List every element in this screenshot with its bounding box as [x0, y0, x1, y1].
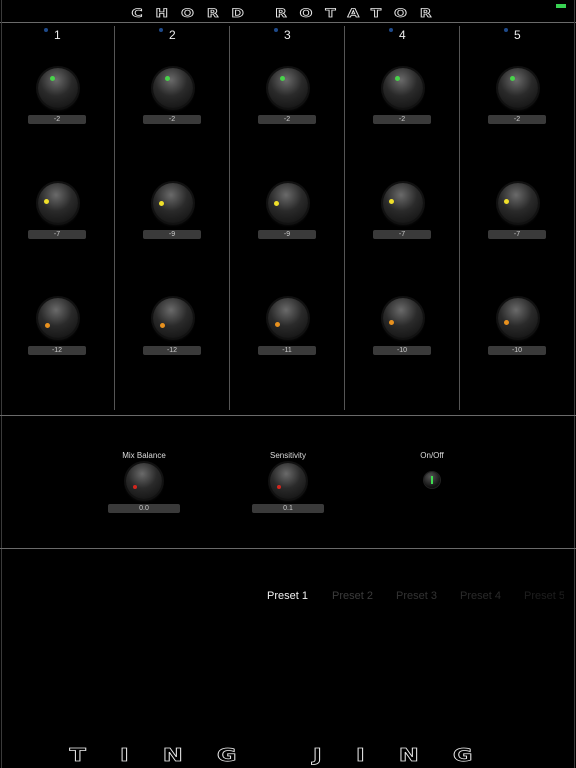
led-orange-icon [45, 323, 50, 328]
led-yellow-icon [159, 201, 164, 206]
column-divider [229, 26, 230, 410]
knob-c4-r2[interactable] [383, 183, 427, 227]
column-header-3: 3 [274, 28, 304, 42]
led-yellow-icon [389, 199, 394, 204]
knob-value: -2 [258, 115, 316, 124]
top-rule [0, 22, 576, 23]
led-yellow-icon [44, 199, 49, 204]
column-divider [114, 26, 115, 410]
led-green-icon [280, 76, 285, 81]
knob-c3-r1[interactable] [268, 68, 312, 112]
led-orange-icon [504, 320, 509, 325]
column-number: 2 [169, 28, 176, 42]
knob-c2-r3[interactable] [153, 298, 197, 342]
knob-value: -2 [488, 115, 546, 124]
knob-c5-r2[interactable] [498, 183, 542, 227]
knob-c5-r3[interactable] [498, 298, 542, 342]
knob-c4-r1[interactable] [383, 68, 427, 112]
preset-1[interactable]: Preset 1 [267, 590, 308, 602]
led-red-icon [277, 485, 281, 489]
knob-c3-r3[interactable] [268, 298, 312, 342]
column-header-1: 1 [44, 28, 74, 42]
onoff-toggle[interactable] [424, 472, 440, 488]
knob-value: -7 [373, 230, 431, 239]
column-header-4: 4 [389, 28, 419, 42]
led-yellow-icon [504, 199, 509, 204]
knob-value: -12 [28, 346, 86, 355]
app-title: CHORD ROTATOR [131, 6, 445, 20]
column-dot-icon [504, 28, 508, 32]
knob-value: -2 [373, 115, 431, 124]
knob-value: -2 [143, 115, 201, 124]
led-green-icon [50, 76, 55, 81]
led-green-icon [395, 76, 400, 81]
preset-4[interactable]: Preset 4 [460, 590, 501, 602]
knob-c1-r3[interactable] [38, 298, 82, 342]
column-number: 3 [284, 28, 291, 42]
power-on-icon [431, 476, 433, 484]
column-number: 4 [399, 28, 406, 42]
right-border [574, 0, 575, 768]
led-red-icon [133, 485, 137, 489]
knob-value: -10 [488, 346, 546, 355]
knob-c4-r3[interactable] [383, 298, 427, 342]
column-header-5: 5 [504, 28, 534, 42]
knob-c2-r1[interactable] [153, 68, 197, 112]
preset-3[interactable]: Preset 3 [396, 590, 437, 602]
sensitivity-value: 0.1 [252, 504, 324, 513]
preset-2[interactable]: Preset 2 [332, 590, 373, 602]
column-dot-icon [44, 28, 48, 32]
knob-value: -7 [488, 230, 546, 239]
led-orange-icon [275, 322, 280, 327]
mix-balance-label: Mix Balance [122, 451, 166, 460]
section-rule [0, 415, 576, 416]
column-dot-icon [389, 28, 393, 32]
column-divider [344, 26, 345, 410]
knob-c3-r2[interactable] [268, 183, 312, 227]
column-divider [459, 26, 460, 410]
preset-5[interactable]: Preset 5 [524, 590, 564, 602]
battery-indicator [556, 4, 566, 8]
left-border [1, 0, 2, 768]
sensitivity-label: Sensitivity [269, 451, 306, 460]
column-dot-icon [274, 28, 278, 32]
onoff-label: On/Off [420, 451, 444, 460]
knob-value: -12 [143, 346, 201, 355]
knob-value: -2 [28, 115, 86, 124]
led-green-icon [165, 76, 170, 81]
led-orange-icon [160, 323, 165, 328]
footer-title: TING JING [69, 744, 507, 766]
led-orange-icon [389, 320, 394, 325]
knob-c1-r2[interactable] [38, 183, 82, 227]
knob-value: -7 [28, 230, 86, 239]
column-number: 5 [514, 28, 521, 42]
knob-value: -9 [143, 230, 201, 239]
knob-value: -11 [258, 346, 316, 355]
column-header-2: 2 [159, 28, 189, 42]
column-number: 1 [54, 28, 61, 42]
sensitivity-knob[interactable] [270, 463, 314, 507]
led-yellow-icon [274, 201, 279, 206]
mix-balance-value: 0.0 [108, 504, 180, 513]
knob-c1-r1[interactable] [38, 68, 82, 112]
section-rule [0, 548, 576, 549]
led-green-icon [510, 76, 515, 81]
mix-balance-knob[interactable] [126, 463, 170, 507]
column-dot-icon [159, 28, 163, 32]
knob-value: -10 [373, 346, 431, 355]
knob-c5-r1[interactable] [498, 68, 542, 112]
knob-c2-r2[interactable] [153, 183, 197, 227]
knob-value: -9 [258, 230, 316, 239]
